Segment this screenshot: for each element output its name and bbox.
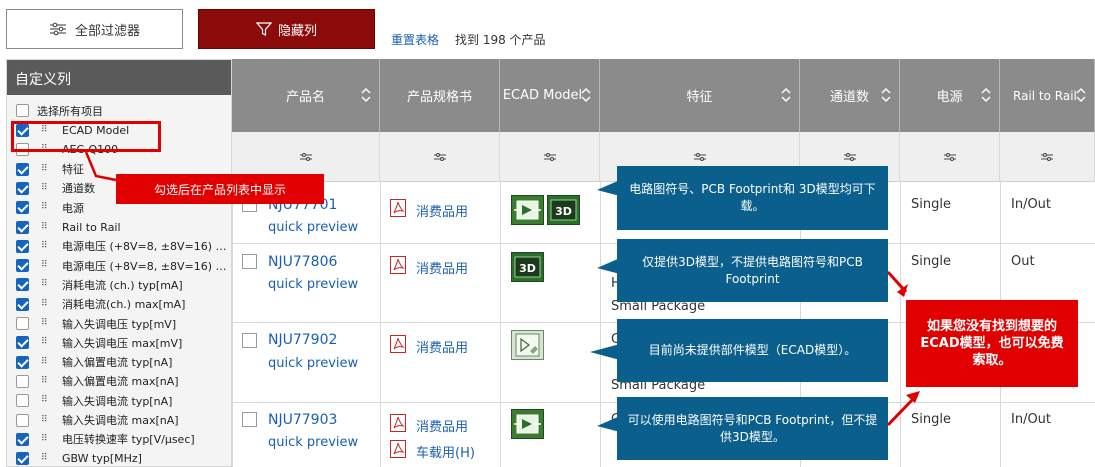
arrow-line: [886, 394, 918, 427]
tip-connector: [84, 151, 117, 182]
callout-3d-only: 仅提供3D模型，不提供电路图符号和PCB Footprint: [617, 239, 888, 302]
callout-symbol-footprint: 可以使用电路图符号和PCB Footprint，但不提供3D模型。: [617, 397, 888, 460]
callout-full-ecad: 电路图符号、PCB Footprint和 3D模型均可下载。: [617, 166, 888, 230]
arrow-head-icon: [906, 391, 920, 403]
request-ecad-note: 如果您没有找到想要的ECAD模型，也可以免费索取。: [906, 300, 1078, 387]
checked-display-tip: 勾选后在产品列表中显示: [116, 174, 324, 204]
annotation-arrows: [84, 151, 920, 432]
callout-pointer: [590, 344, 620, 360]
callout-no-ecad: 目前尚未提供部件模型（ECAD模型）。: [617, 319, 888, 382]
